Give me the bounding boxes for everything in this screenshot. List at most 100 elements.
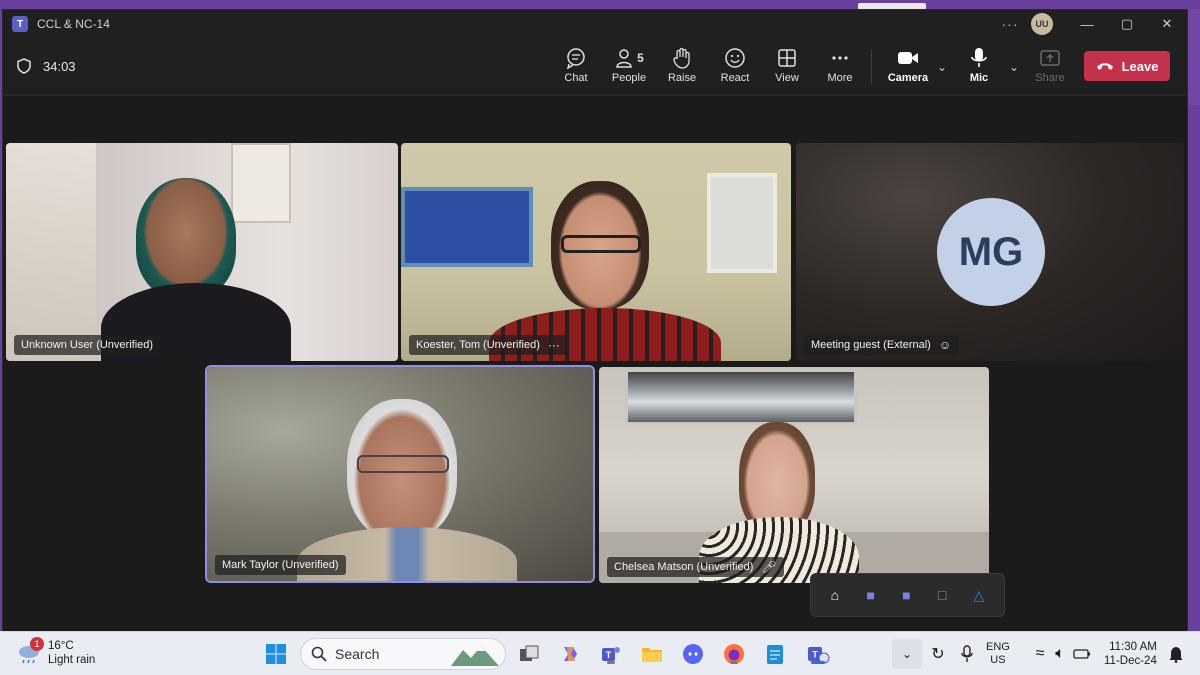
discord-button[interactable] — [681, 642, 705, 666]
participant-name-tag: Meeting guest (External) ☺ — [804, 335, 959, 355]
mic-button[interactable]: Mic — [953, 46, 1005, 84]
mountains-icon — [451, 646, 499, 666]
share-button[interactable]: Share — [1024, 46, 1076, 84]
people-button[interactable]: 5 People — [603, 46, 655, 84]
copilot-icon — [564, 647, 577, 661]
svg-text:T: T — [812, 650, 818, 660]
video-stage: Unknown User (Unverified) Koester, Tom (… — [3, 97, 1187, 632]
input-language[interactable]: ENG US — [986, 641, 1010, 667]
participant-tile[interactable]: Koester, Tom (Unverified) ··· — [401, 143, 791, 361]
windows-taskbar: 1 16°C Light rain Search T T ⌄ ↻ ENG US … — [0, 631, 1200, 675]
tray-teams-icon-1[interactable]: ■ — [866, 587, 874, 603]
tray-teams-icon-2[interactable]: ■ — [902, 587, 910, 603]
more-button[interactable]: More — [814, 46, 866, 84]
discord-icon — [683, 644, 703, 664]
active-indicator — [607, 661, 615, 664]
wall-painting — [625, 369, 857, 425]
chat-icon — [566, 48, 585, 69]
wall-painting — [401, 187, 533, 267]
view-label: View — [775, 72, 799, 84]
participant-figure — [136, 178, 236, 298]
wall-art — [231, 143, 291, 223]
minimize-button[interactable]: — — [1067, 10, 1107, 38]
raise-hand-button[interactable]: Raise — [656, 46, 708, 84]
desktop-background — [0, 0, 1200, 9]
teams-taskbar-button[interactable]: T — [599, 642, 623, 666]
more-options-icon[interactable]: ··· — [995, 16, 1025, 32]
taskbar-search[interactable]: Search — [300, 638, 506, 670]
view-button[interactable]: View — [761, 46, 813, 84]
teams-logo-icon: T — [12, 16, 28, 32]
firefox-button[interactable] — [722, 642, 746, 666]
clock-date: 11-Dec-24 — [1104, 655, 1157, 667]
window-title: CCL & NC-14 — [37, 17, 110, 31]
maximize-button[interactable]: ▢ — [1107, 10, 1147, 38]
chat-button[interactable]: Chat — [550, 46, 602, 84]
battery-shape-icon — [1073, 649, 1090, 659]
notepad-button[interactable] — [763, 642, 787, 666]
volume-icon[interactable]: 🔈︎ — [1048, 642, 1072, 666]
microphone-tray-icon[interactable] — [955, 642, 979, 666]
notepad-icon — [767, 645, 783, 664]
participant-options-icon[interactable]: ··· — [548, 338, 560, 352]
share-label: Share — [1035, 72, 1065, 84]
mic-tray-icon — [961, 645, 973, 662]
glasses — [357, 455, 449, 473]
participant-name-tag: Chelsea Matson (Unverified) 🎤︎ — [607, 557, 784, 577]
mic-label: Mic — [969, 72, 989, 84]
teams-meeting-taskbar-button[interactable]: T — [806, 642, 830, 666]
active-indicator — [811, 661, 825, 664]
toolbar-divider — [871, 50, 872, 84]
system-clock[interactable]: 11:30 AM 11-Dec-24 — [1104, 640, 1157, 668]
mic-options-chevron-icon[interactable]: ⌄ — [1009, 60, 1019, 74]
task-view-button[interactable] — [517, 642, 541, 666]
notifications-bell-icon[interactable] — [1164, 642, 1188, 666]
people-label: People — [611, 72, 647, 84]
glasses — [561, 235, 641, 253]
weather-temp: 16°C — [48, 640, 74, 652]
clock-time: 11:30 AM — [1109, 641, 1157, 653]
user-avatar[interactable]: UU — [1031, 13, 1053, 35]
weather-desc: Light rain — [48, 654, 96, 666]
weather-widget[interactable]: 1 16°C Light rain — [16, 637, 96, 667]
sync-icon[interactable]: ↻ — [926, 642, 950, 666]
chevron-down-icon: ⌄ — [901, 647, 913, 661]
lang-bottom: US — [990, 654, 1006, 666]
react-button[interactable]: React — [709, 46, 761, 84]
participant-tile-active-speaker[interactable]: Mark Taylor (Unverified) — [207, 367, 593, 581]
timer-text: 34:03 — [43, 58, 76, 74]
tray-snipping-icon[interactable]: □ — [938, 587, 946, 603]
participant-tile[interactable]: Chelsea Matson (Unverified) 🎤︎ — [599, 367, 989, 583]
search-label: Search — [335, 646, 380, 662]
people-count: 5 — [637, 51, 644, 65]
participant-tile[interactable]: MG Meeting guest (External) ☺ — [796, 143, 1184, 361]
hang-up-icon — [1096, 63, 1113, 70]
meeting-timer: 34:03 — [17, 58, 76, 74]
active-indicator — [730, 661, 738, 664]
tray-app-icon-1[interactable]: ⌂ — [831, 587, 839, 603]
participant-tile[interactable]: Unknown User (Unverified) — [6, 143, 398, 361]
camera-button[interactable]: Camera — [882, 46, 934, 84]
lang-top: ENG — [986, 641, 1010, 653]
notification-badge: 1 — [30, 637, 44, 651]
task-view-icon — [520, 645, 539, 661]
start-button[interactable] — [264, 642, 288, 666]
close-button[interactable]: ✕ — [1147, 10, 1187, 38]
camera-options-chevron-icon[interactable]: ⌄ — [937, 60, 947, 74]
copilot-button[interactable] — [558, 642, 582, 666]
file-explorer-button[interactable] — [640, 642, 664, 666]
shield-icon — [17, 58, 31, 74]
people-icon — [616, 49, 632, 68]
battery-icon[interactable] — [1070, 642, 1094, 666]
leave-button[interactable]: Leave — [1084, 51, 1170, 81]
participant-name: Mark Taylor (Unverified) — [222, 559, 339, 571]
windows-logo-icon — [266, 644, 286, 664]
teams-meeting-window: T CCL & NC-14 ··· UU — ▢ ✕ 34:03 Chat 5 … — [2, 9, 1188, 632]
camera-icon — [898, 52, 918, 64]
tray-security-warning-icon[interactable]: △ — [974, 587, 985, 604]
participant-name: Koester, Tom (Unverified) — [416, 339, 540, 351]
participant-name: Chelsea Matson (Unverified) — [614, 561, 754, 573]
raise-hand-icon — [673, 47, 690, 69]
show-hidden-icons-button[interactable]: ⌄ — [892, 639, 922, 669]
leave-label: Leave — [1121, 58, 1159, 74]
